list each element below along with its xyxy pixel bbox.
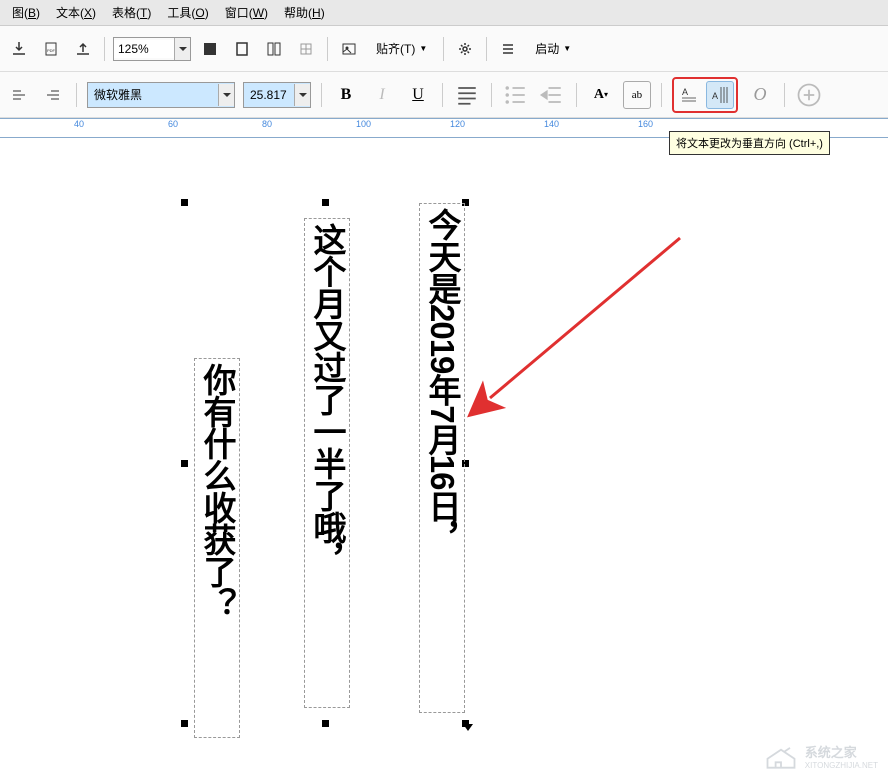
handle-bottom-left[interactable]: [181, 720, 188, 727]
svg-text:PDF: PDF: [47, 48, 56, 53]
toolbar-row-1: PDF 贴齐(T) ▼ 启动 ▼: [0, 26, 888, 72]
add-button[interactable]: [795, 81, 823, 109]
divider: [491, 83, 492, 107]
zoom-control[interactable]: [113, 37, 191, 61]
menu-window[interactable]: 窗口(W): [217, 2, 276, 23]
font-size-select[interactable]: [243, 82, 311, 108]
divider: [442, 83, 443, 107]
font-dropdown-icon[interactable]: [218, 84, 234, 106]
svg-text:A: A: [712, 91, 718, 101]
divider: [321, 83, 322, 107]
toolbar-row-2: B I U A▾ ab A A O: [0, 72, 888, 118]
divider: [576, 83, 577, 107]
bold-button[interactable]: B: [332, 81, 360, 109]
divider: [327, 37, 328, 61]
indent-icon[interactable]: [538, 81, 566, 109]
tooltip: 将文本更改为垂直方向 (Ctrl+,): [669, 131, 830, 155]
view-columns-icon[interactable]: [261, 36, 287, 62]
menubar: 图(B) 文本(X) 表格(T) 工具(O) 窗口(W) 帮助(H): [0, 0, 888, 26]
view-grid-icon[interactable]: [293, 36, 319, 62]
font-name-input[interactable]: [88, 85, 218, 105]
menu-image[interactable]: 图(B): [4, 2, 48, 23]
divider: [443, 37, 444, 61]
underline-button[interactable]: U: [404, 81, 432, 109]
import-icon[interactable]: [6, 36, 32, 62]
snap-button[interactable]: 贴齐(T) ▼: [368, 37, 435, 60]
divider: [486, 37, 487, 61]
watermark: 系统之家 XITONGZHIJIA.NET: [763, 742, 878, 770]
align-left-icon[interactable]: [6, 82, 32, 108]
vertical-text-line-3[interactable]: 你有什么收获了？: [194, 358, 240, 738]
italic-button[interactable]: I: [368, 81, 396, 109]
handle-bottom-mid[interactable]: [322, 720, 329, 727]
text-orientation-group: A A: [672, 77, 738, 113]
fullscreen-icon[interactable]: [197, 36, 223, 62]
font-size-dropdown-icon[interactable]: [294, 84, 310, 106]
export-up-icon[interactable]: [70, 36, 96, 62]
settings-gear-icon[interactable]: [452, 36, 478, 62]
font-name-select[interactable]: [87, 82, 235, 108]
menu-table[interactable]: 表格(T): [104, 2, 159, 23]
vertical-text-button[interactable]: A: [706, 81, 734, 109]
divider: [661, 83, 662, 107]
align-text-icon[interactable]: [453, 81, 481, 109]
picture-icon[interactable]: [336, 36, 362, 62]
handle-top-left[interactable]: [181, 199, 188, 206]
zoom-input[interactable]: [114, 40, 174, 58]
align-right-icon[interactable]: [40, 82, 66, 108]
text-frame-1[interactable]: 今天是2019年7月16日， 这个月又过了一半了哦， 你有什么收获了？: [185, 203, 465, 723]
divider: [104, 37, 105, 61]
launch-button[interactable]: 启动 ▼: [527, 37, 579, 60]
export-pdf-icon[interactable]: PDF: [38, 36, 64, 62]
canvas[interactable]: 今天是2019年7月16日， 这个月又过了一半了哦， 你有什么收获了？ 系统之家…: [0, 138, 888, 778]
divider: [784, 83, 785, 107]
font-size-input[interactable]: [244, 85, 294, 105]
dropcap-button[interactable]: A▾: [587, 81, 615, 109]
handle-top-mid[interactable]: [322, 199, 329, 206]
list-icon[interactable]: [495, 36, 521, 62]
menu-tools[interactable]: 工具(O): [159, 2, 216, 23]
menu-text[interactable]: 文本(X): [48, 2, 104, 23]
vertical-text-line-1[interactable]: 今天是2019年7月16日，: [419, 203, 465, 713]
horizontal-text-button[interactable]: A: [676, 81, 704, 109]
handle-mid-left[interactable]: [181, 460, 188, 467]
svg-text:A: A: [682, 87, 688, 97]
vertical-text-line-2[interactable]: 这个月又过了一半了哦，: [304, 218, 350, 708]
bullet-list-icon[interactable]: [502, 81, 530, 109]
menu-help[interactable]: 帮助(H): [276, 2, 333, 23]
zoom-dropdown-icon[interactable]: [174, 38, 190, 60]
annotation-arrow: [440, 228, 700, 428]
view-page-icon[interactable]: [229, 36, 255, 62]
handle-resize-tri[interactable]: [463, 724, 473, 731]
divider: [76, 83, 77, 107]
oval-button[interactable]: O: [746, 81, 774, 109]
smallcaps-button[interactable]: ab: [623, 81, 651, 109]
